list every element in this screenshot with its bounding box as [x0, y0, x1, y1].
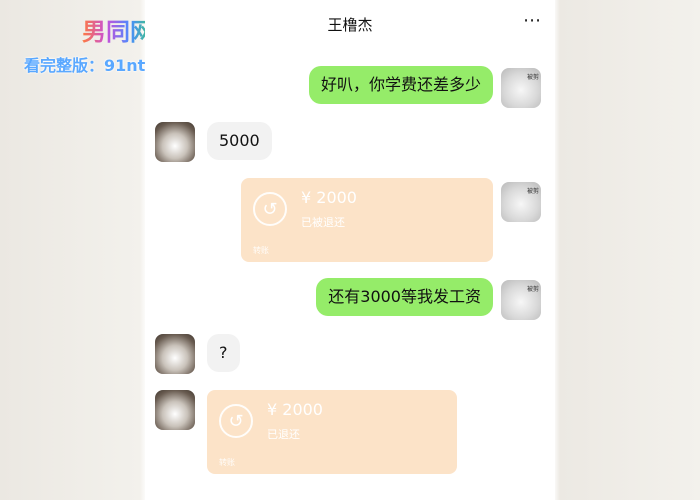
chat-screen: 王橹杰 ⋯ 好叭，你学费还差多少 被剪 5000 ↺ ¥ 2000 已被退还 转…	[145, 0, 555, 500]
transfer-status: 已退还	[267, 428, 300, 441]
avatar-tag: 被剪	[526, 74, 539, 81]
message-row: 还有3000等我发工资 被剪	[145, 276, 555, 322]
message-bubble[interactable]: 5000	[207, 122, 272, 160]
transfer-card[interactable]: ↺ ¥ 2000 已退还 转账	[207, 390, 457, 474]
refund-icon: ↺	[253, 192, 287, 226]
avatar-tag: 被剪	[526, 286, 539, 293]
transfer-footer: 转账	[253, 246, 269, 255]
message-row: ?	[145, 332, 555, 378]
transfer-amount: ¥ 2000	[267, 400, 323, 419]
avatar[interactable]: 被剪	[501, 182, 541, 222]
chat-title: 王橹杰	[327, 16, 373, 34]
avatar[interactable]: 被剪	[501, 68, 541, 108]
message-bubble[interactable]: 还有3000等我发工资	[316, 278, 493, 316]
watermark-logo: 男同网	[82, 12, 154, 47]
message-row: 好叭，你学费还差多少 被剪	[145, 64, 555, 110]
avatar-tag: 被剪	[526, 188, 539, 195]
message-row: ↺ ¥ 2000 已被退还 转账 被剪	[145, 176, 555, 266]
more-dots-icon[interactable]: ⋯	[523, 10, 543, 31]
transfer-amount: ¥ 2000	[301, 188, 357, 207]
message-row: ↺ ¥ 2000 已退还 转账	[145, 388, 555, 478]
avatar[interactable]	[155, 334, 195, 374]
transfer-footer: 转账	[219, 458, 235, 467]
refund-icon: ↺	[219, 404, 253, 438]
avatar[interactable]	[155, 122, 195, 162]
message-bubble[interactable]: 好叭，你学费还差多少	[308, 66, 493, 104]
message-row: 5000	[145, 120, 555, 166]
message-bubble[interactable]: ?	[207, 334, 240, 372]
avatar[interactable]: 被剪	[501, 280, 541, 320]
avatar[interactable]	[155, 390, 195, 430]
chat-header: 王橹杰 ⋯	[145, 0, 555, 48]
transfer-status: 已被退还	[301, 216, 345, 229]
transfer-card[interactable]: ↺ ¥ 2000 已被退还 转账	[241, 178, 493, 262]
